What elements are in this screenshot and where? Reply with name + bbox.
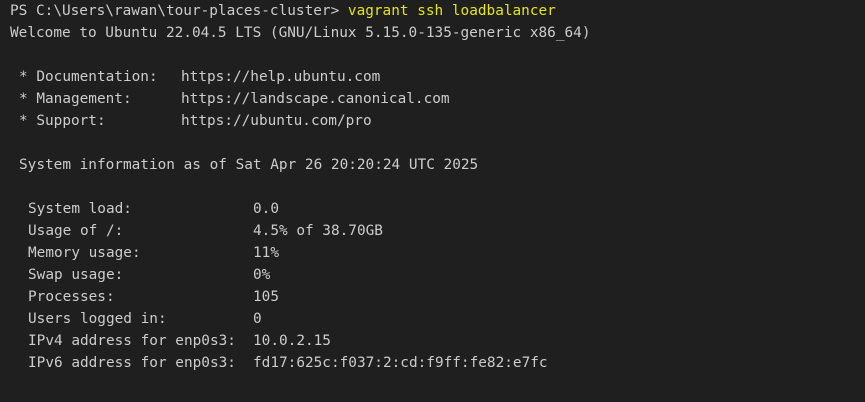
sysinfo-label: Swap usage: [28,267,124,283]
sysinfo-value: 0.0 [253,201,279,217]
sysinfo-row: IPv4 address for enp0s3: 10.0.2.15 [10,330,865,352]
motd-label: * Support: [19,113,106,129]
motd-url: https://landscape.canonical.com [181,91,450,107]
sysinfo-value: 10.0.2.15 [253,333,331,349]
sysinfo-label: IPv4 address for enp0s3: [28,333,236,349]
sysinfo-row: Usage of /: 4.5% of 38.70GB [10,220,865,242]
terminal-output[interactable]: PS C:\Users\rawan\tour-places-cluster> v… [0,0,865,402]
sysinfo-label: Processes: [28,289,115,305]
sysinfo-value: 0% [253,267,271,283]
sysinfo-row: IPv6 address for enp0s3: fd17:625c:f037:2… [10,352,865,374]
sysinfo-label: Usage of /: [28,223,124,239]
sysinfo-header: System information as of Sat Apr 26 20:2… [19,157,479,173]
sysinfo-row: Swap usage: 0% [10,264,865,286]
sysinfo-value: 11% [253,245,279,261]
sysinfo-row: System load: 0.0 [10,198,865,220]
motd-label: * Management: [19,91,132,107]
sysinfo-label: System load: [28,201,132,217]
sysinfo-value: 0 [253,311,262,327]
motd-label: * Documentation: [19,69,158,85]
sysinfo-value: fd17:625c:f037:2:cd:f9ff:fe82:e7fc [253,355,548,371]
sysinfo-row: Memory usage: 11% [10,242,865,264]
sysinfo-label: IPv6 address for enp0s3: [28,355,236,371]
motd-documentation: * Documentation: https://help.ubuntu.com [10,66,865,88]
motd-url: https://ubuntu.com/pro [181,113,372,129]
motd-url: https://help.ubuntu.com [181,69,381,85]
sysinfo-row: Users logged in: 0 [10,308,865,330]
sysinfo-row: Processes: 105 [10,286,865,308]
sysinfo-value: 105 [253,289,279,305]
sysinfo-label: Users logged in: [28,311,167,327]
motd-management: * Management: https://landscape.canonical… [10,88,865,110]
sysinfo-label: Memory usage: [28,245,141,261]
shell-prompt: PS C:\Users\rawan\tour-places-cluster> [10,3,340,19]
sysinfo-value: 4.5% of 38.70GB [253,223,383,239]
welcome-message: Welcome to Ubuntu 22.04.5 LTS (GNU/Linux… [10,25,591,41]
typed-command: vagrant ssh loadbalancer [347,3,556,19]
prompt-line: PS C:\Users\rawan\tour-places-cluster> v… [10,0,865,22]
motd-support: * Support: https://ubuntu.com/pro [10,110,865,132]
